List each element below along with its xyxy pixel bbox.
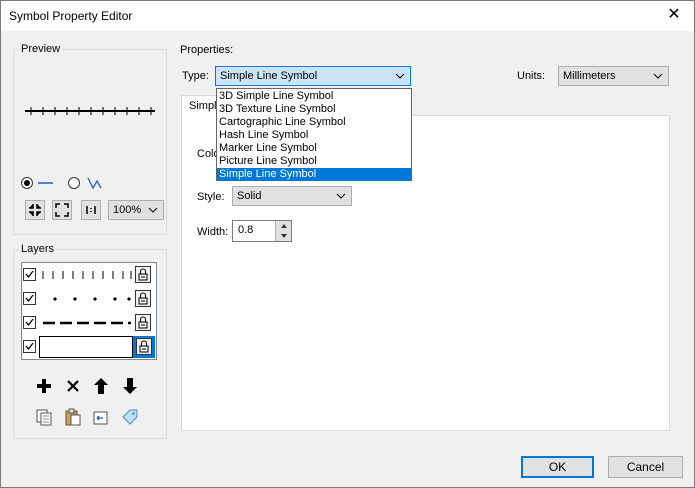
- delete-layer-icon[interactable]: [63, 376, 83, 396]
- layer-row-marker[interactable]: [23, 289, 155, 309]
- spin-down-icon: [281, 234, 287, 238]
- dot-line-icon: [53, 297, 131, 301]
- layer-visible-checkbox[interactable]: [23, 268, 36, 281]
- chevron-down-icon: [653, 73, 663, 79]
- dropdown-option-picture-line[interactable]: Picture Line Symbol: [217, 155, 411, 168]
- dropdown-option-marker-line[interactable]: Marker Line Symbol: [217, 142, 411, 155]
- layers-group-label: Layers: [19, 243, 57, 255]
- dropdown-option-simple-line[interactable]: Simple Line Symbol: [217, 168, 411, 181]
- hash-line-icon: [42, 271, 132, 279]
- width-value: 0.8: [238, 224, 254, 236]
- zoom-in-icon[interactable]: [25, 200, 45, 220]
- type-label: Type:: [182, 70, 209, 82]
- dropdown-option-cartographic-line[interactable]: Cartographic Line Symbol: [217, 116, 411, 129]
- lock-icon[interactable]: [136, 338, 152, 355]
- properties-label: Properties:: [180, 44, 234, 56]
- layer-row-dashed[interactable]: [23, 313, 155, 333]
- tag-icon[interactable]: [120, 407, 140, 427]
- dashed-line-icon: [43, 321, 131, 325]
- style-select[interactable]: Solid: [232, 186, 352, 206]
- style-label: Style:: [197, 191, 225, 203]
- width-spinner-up[interactable]: [275, 221, 291, 231]
- chevron-down-icon: [148, 207, 158, 213]
- preview-line-sample: [25, 107, 155, 115]
- add-layer-icon[interactable]: [34, 376, 54, 396]
- type-dropdown-list: 3D Simple Line Symbol 3D Texture Line Sy…: [216, 88, 412, 181]
- width-spinner-down[interactable]: [275, 231, 291, 241]
- lock-icon[interactable]: [135, 266, 151, 283]
- lock-icon[interactable]: [135, 290, 151, 307]
- paste-layer-icon[interactable]: [63, 407, 83, 427]
- units-select[interactable]: Millimeters: [558, 66, 669, 86]
- spin-up-icon: [281, 224, 287, 228]
- type-select[interactable]: Simple Line Symbol: [215, 66, 411, 86]
- dropdown-option-3d-simple-line[interactable]: 3D Simple Line Symbol: [217, 90, 411, 103]
- radio-straight-line[interactable]: [21, 176, 61, 190]
- style-value: Solid: [237, 190, 262, 202]
- layer-visible-checkbox[interactable]: [23, 340, 36, 353]
- symbol-property-editor-window: Symbol Property Editor ✕ Preview 100% La…: [0, 0, 695, 488]
- tab-simple[interactable]: Simple: [181, 95, 221, 116]
- lock-icon[interactable]: [135, 314, 151, 331]
- width-label: Width:: [197, 226, 229, 238]
- layer-visible-checkbox[interactable]: [23, 292, 36, 305]
- title-bar: Symbol Property Editor ✕: [1, 1, 694, 31]
- type-value: Simple Line Symbol: [220, 70, 318, 82]
- reset-layer-icon[interactable]: [91, 407, 111, 427]
- zoom-value: 100%: [113, 204, 142, 216]
- selected-layer-preview: [39, 336, 133, 358]
- preview-group-label: Preview: [19, 43, 63, 55]
- units-value: Millimeters: [563, 70, 616, 82]
- actual-size-icon[interactable]: [81, 200, 101, 220]
- chevron-down-icon: [336, 193, 346, 199]
- window-title: Symbol Property Editor: [9, 9, 133, 23]
- copy-layer-icon[interactable]: [34, 407, 54, 427]
- layer-row-hash[interactable]: [23, 265, 155, 285]
- units-label: Units:: [517, 70, 546, 82]
- move-down-icon[interactable]: [120, 376, 140, 396]
- dropdown-option-hash-line[interactable]: Hash Line Symbol: [217, 129, 411, 142]
- radio-zigzag-line[interactable]: [68, 176, 108, 190]
- layer-row-selected[interactable]: [23, 336, 155, 358]
- close-icon[interactable]: ✕: [664, 5, 684, 25]
- ok-button[interactable]: OK: [521, 456, 594, 478]
- layer-visible-checkbox[interactable]: [23, 316, 36, 329]
- zoom-out-icon[interactable]: [52, 200, 72, 220]
- cancel-button[interactable]: Cancel: [608, 456, 683, 478]
- dropdown-option-3d-texture-line[interactable]: 3D Texture Line Symbol: [217, 103, 411, 116]
- move-up-icon[interactable]: [91, 376, 111, 396]
- chevron-down-icon: [395, 73, 405, 79]
- zoom-select[interactable]: 100%: [108, 200, 164, 220]
